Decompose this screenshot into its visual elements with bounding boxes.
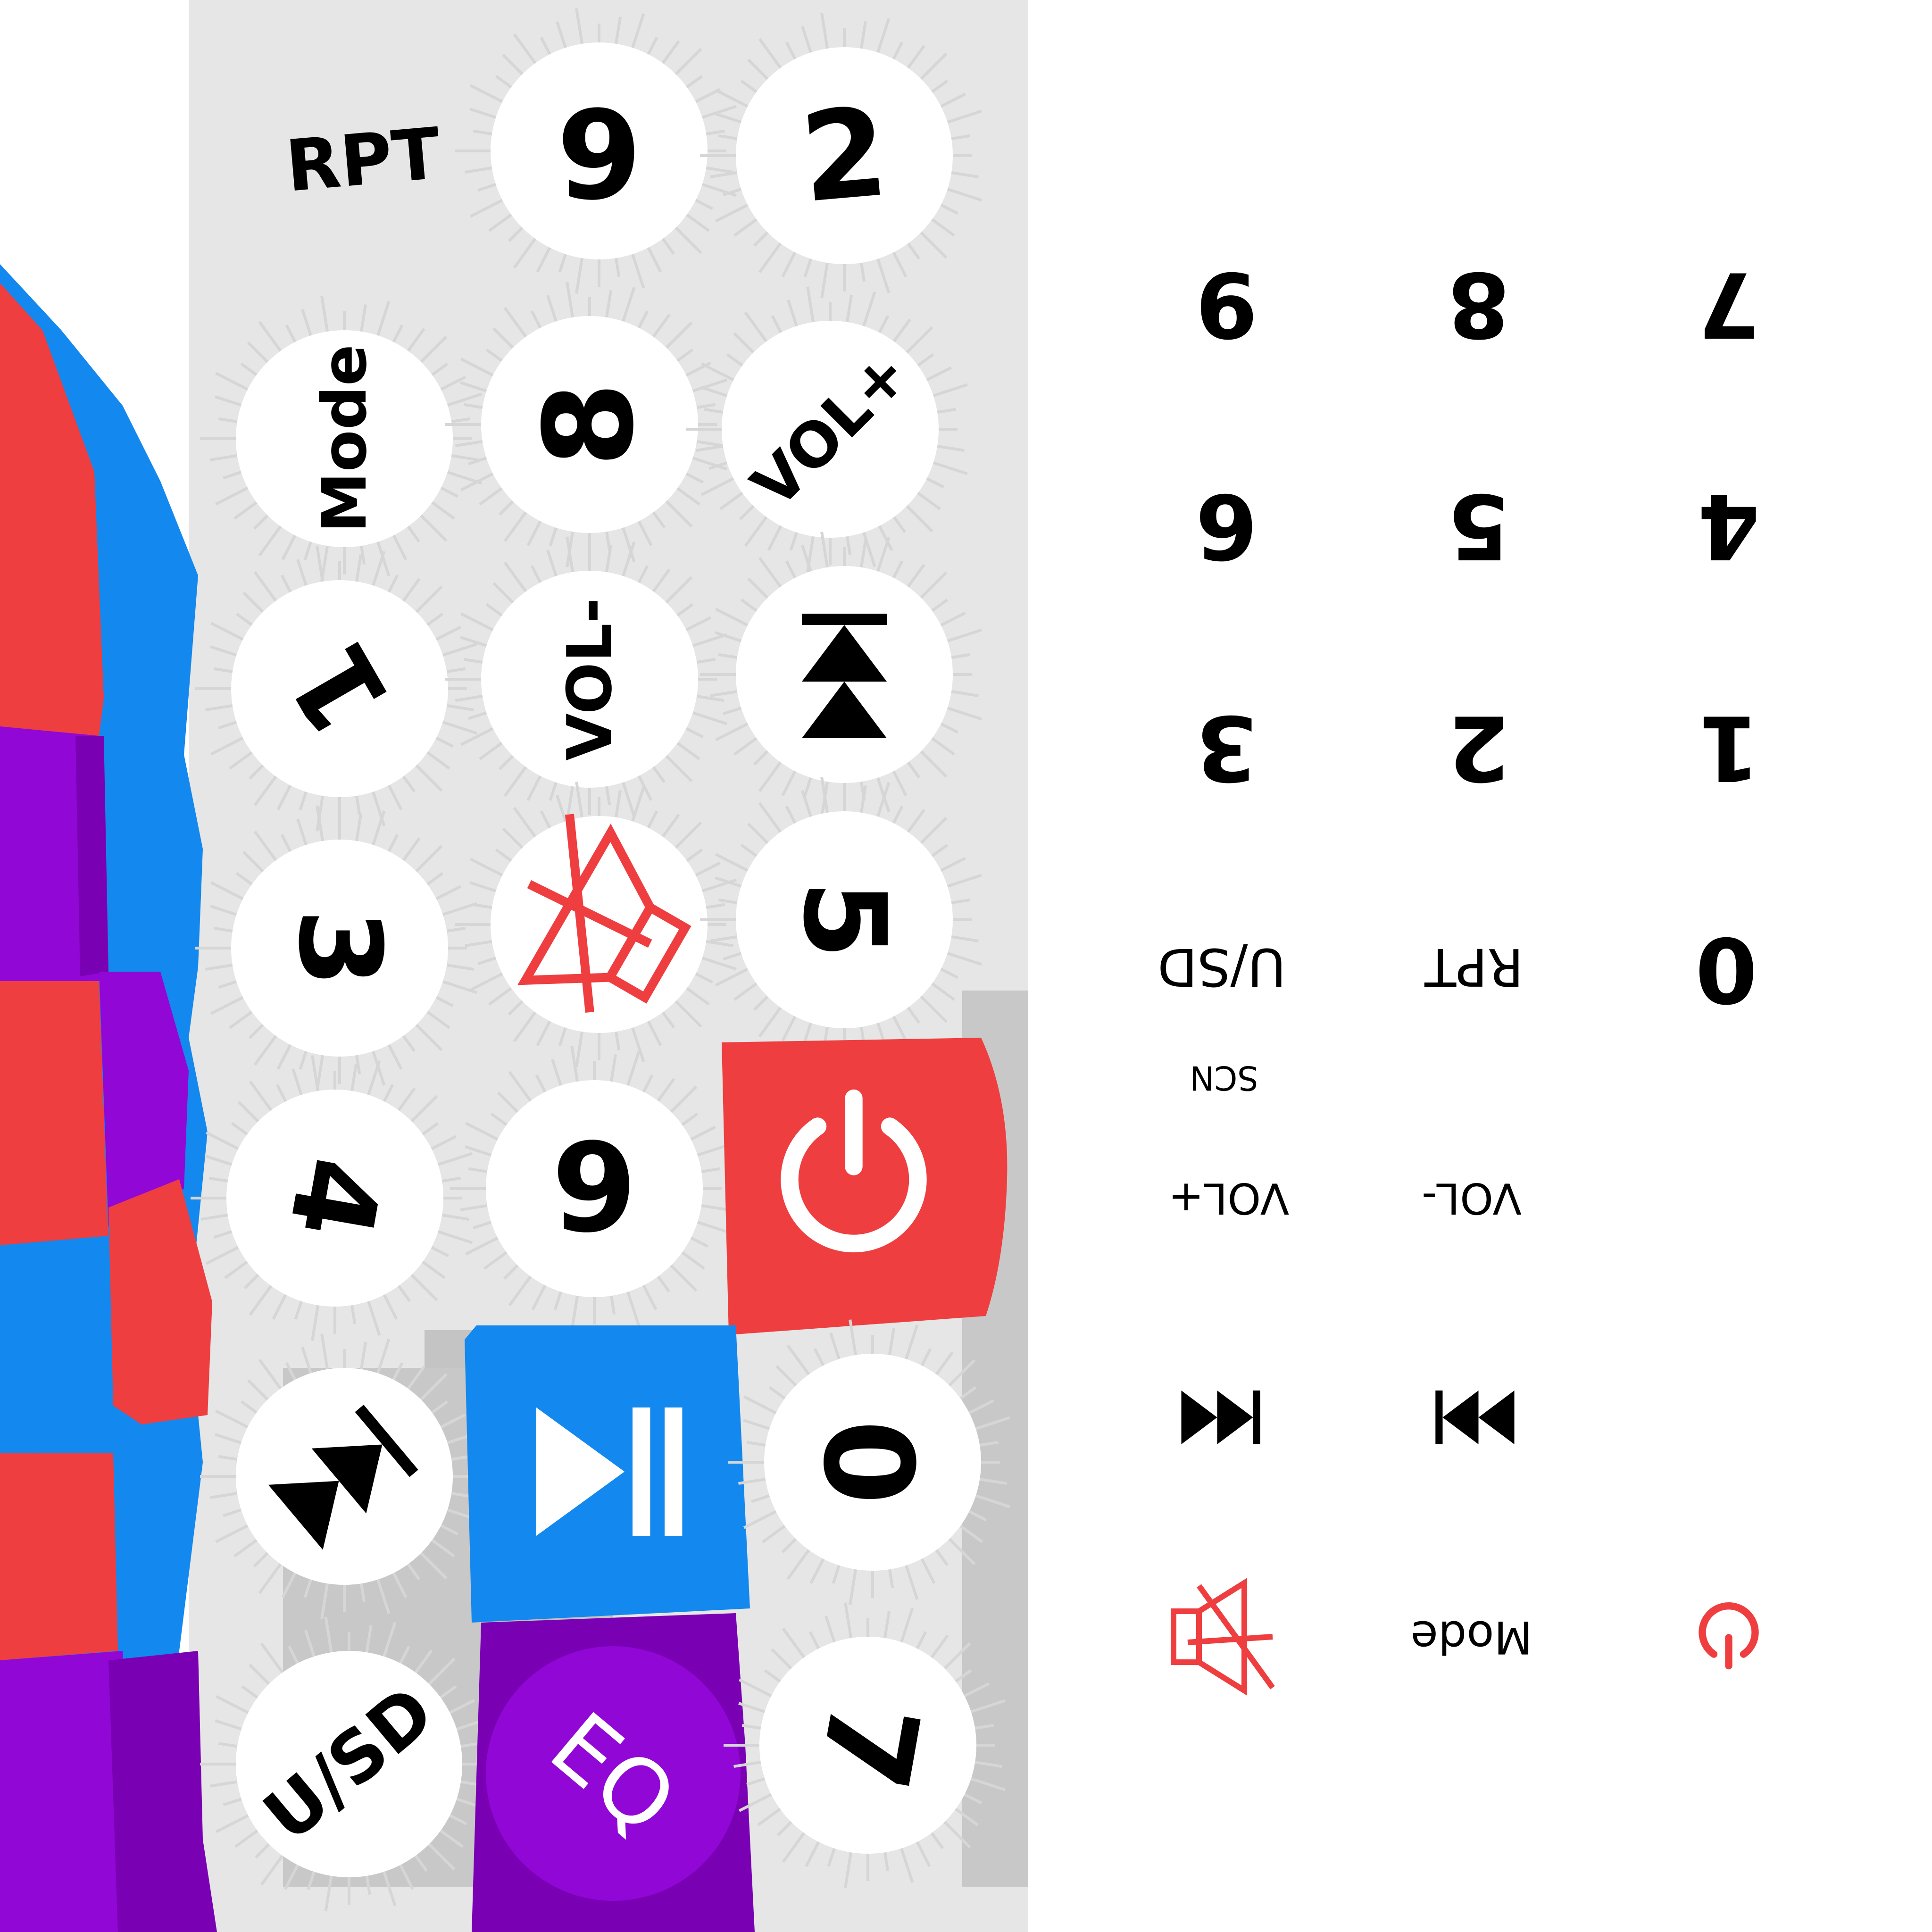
legend-label: VOL+: [1168, 1174, 1289, 1223]
mode-label: Mode: [308, 344, 380, 533]
legend-label: Mode: [1411, 1611, 1533, 1663]
play-pause-button[interactable]: [465, 1325, 750, 1623]
num-9-label: 9: [552, 1117, 637, 1260]
legend-label: 6: [1195, 474, 1257, 578]
legend-8: 8: [1448, 252, 1510, 357]
legend-label: 9: [1195, 252, 1257, 357]
legend-mode: Mode: [1411, 1611, 1533, 1663]
stripe-red-2: [0, 981, 108, 1245]
side-stripes: [0, 264, 217, 1932]
num-5-label: 5: [778, 881, 910, 959]
stripe-red-4: [0, 1453, 118, 1660]
eq-button[interactable]: EQ: [472, 1613, 755, 1932]
legend-7: 7: [1698, 252, 1760, 357]
num-3-label: 3: [274, 909, 406, 988]
legend-0: 0: [1695, 917, 1757, 1022]
legend-label: 4: [1698, 474, 1760, 578]
legend-5: 5: [1448, 474, 1510, 578]
num-8-label: 8: [518, 382, 661, 467]
rpt-button[interactable]: RPT: [283, 113, 444, 208]
legend-6: 6: [1195, 474, 1257, 578]
legend-label: 5: [1448, 474, 1510, 578]
legend-4: 4: [1698, 474, 1760, 578]
remote-scene: RPT 6 2 Mode 8 VOL+ 1 VOL- 3 5 4 9 0 U/SD EQ 7 9 8 7 6 5 4 3 2…: [0, 0, 1932, 1932]
power-button[interactable]: [722, 1038, 1008, 1335]
legend-1: 1: [1698, 696, 1760, 800]
legend-label: 0: [1695, 917, 1757, 1022]
legend-label: U/SD: [1158, 937, 1286, 997]
legend-label: 7: [1698, 252, 1760, 357]
legend-volp: VOL+: [1168, 1174, 1289, 1223]
button-cap: [722, 1038, 1008, 1335]
legend-volm: VOL-: [1422, 1174, 1522, 1223]
legend-usd: U/SD: [1158, 937, 1286, 997]
legend-rpt: RPT: [1424, 937, 1524, 997]
legend-panel: 9 8 7 6 5 4 3 2 1 U/SD RPT 0 SCN VOL+ VOL- Mode: [1028, 0, 1932, 1932]
legend-label: RPT: [1424, 937, 1524, 997]
legend-label: 2: [1448, 696, 1510, 800]
vol-minus-label: VOL-: [554, 598, 625, 761]
legend-2: 2: [1448, 696, 1510, 800]
rpt-label: RPT: [283, 113, 444, 208]
num-2-top-label: 2: [796, 81, 893, 231]
legend-label: 8: [1448, 252, 1510, 357]
stripe-blue-2: [0, 1236, 113, 1453]
legend-3: 3: [1195, 696, 1257, 800]
legend-label: VOL-: [1422, 1174, 1522, 1223]
num-6-top-label: 6: [557, 80, 642, 222]
legend-9: 9: [1195, 252, 1257, 357]
legend-label: 1: [1698, 696, 1760, 800]
legend-scn: SCN: [1190, 1058, 1258, 1097]
legend-label: 3: [1195, 696, 1257, 800]
num-0-label: 0: [801, 1420, 944, 1505]
legend-label: SCN: [1190, 1058, 1258, 1097]
stripe-purple-dark-1: [75, 736, 108, 976]
